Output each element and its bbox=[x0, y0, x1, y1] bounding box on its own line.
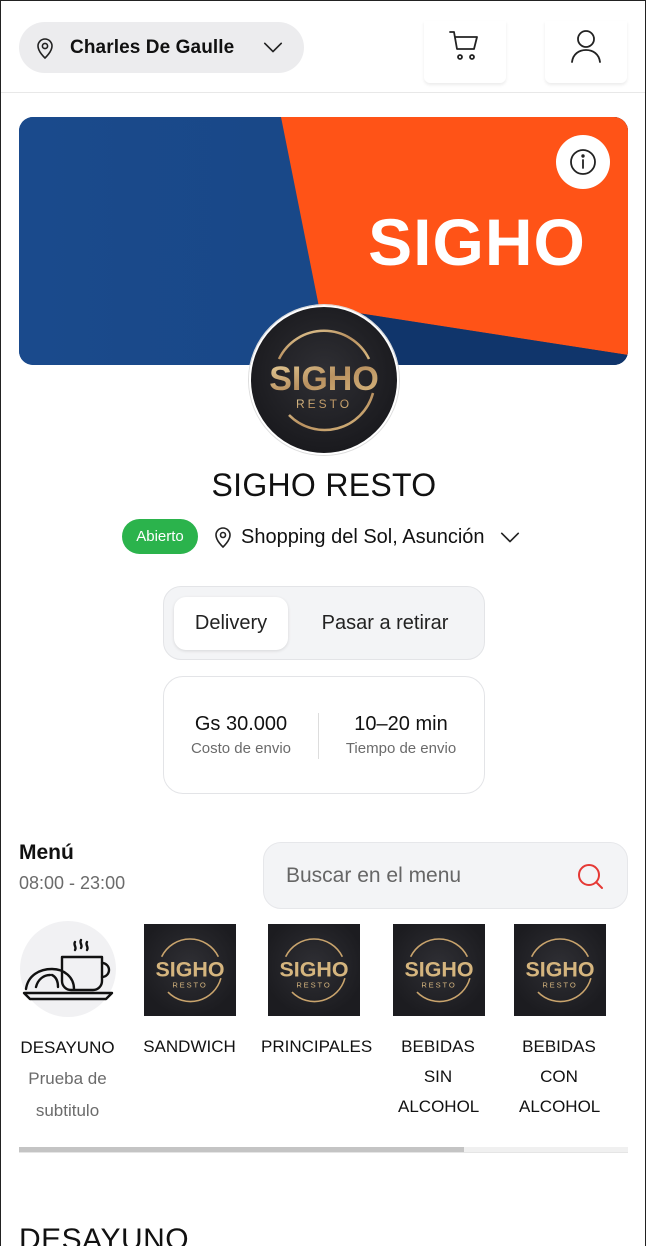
restaurant-logo: SIGHO RESTO bbox=[249, 305, 399, 455]
location-selector[interactable]: Charles De Gaulle bbox=[19, 22, 304, 73]
svg-text:RESTO: RESTO bbox=[542, 981, 577, 990]
cart-button[interactable] bbox=[424, 21, 506, 83]
category-name: SANDWICH bbox=[143, 1037, 236, 1056]
category-image: SIGHO RESTO bbox=[513, 924, 606, 1016]
svg-text:SIGHO: SIGHO bbox=[155, 957, 224, 981]
category-name: DESAYUNO bbox=[20, 1038, 115, 1057]
menu-search bbox=[263, 842, 628, 909]
delivery-mode-toggle: Delivery Pasar a retirar bbox=[163, 586, 485, 660]
chevron-down-icon bbox=[263, 42, 283, 53]
search-icon[interactable] bbox=[577, 863, 605, 891]
pickup-option[interactable]: Pasar a retirar bbox=[294, 597, 476, 650]
category-subtitle: Prueba de subtitulo bbox=[28, 1069, 107, 1120]
logo-text-bottom: RESTO bbox=[296, 397, 352, 411]
app-frame: Charles De Gaulle SIGHO SIGHO RESTO SIGH… bbox=[0, 0, 646, 1246]
profile-button[interactable] bbox=[545, 21, 627, 83]
svg-text:SIGHO: SIGHO bbox=[404, 957, 473, 981]
delivery-time-value: 10–20 min bbox=[354, 713, 448, 735]
top-header: Charles De Gaulle bbox=[1, 1, 645, 93]
category-name: PRINCIPALES bbox=[261, 1037, 373, 1056]
restaurant-info-button[interactable] bbox=[556, 135, 610, 189]
delivery-cost-value: Gs 30.000 bbox=[194, 713, 288, 735]
category-image: SIGHO RESTO bbox=[267, 924, 360, 1016]
info-icon bbox=[570, 149, 596, 175]
svg-text:SIGHO: SIGHO bbox=[279, 957, 348, 981]
logo-graphic: SIGHO RESTO bbox=[155, 938, 224, 1003]
category-principales[interactable]: SIGHO RESTO PRINCIPALES bbox=[261, 921, 373, 1062]
category-name: BEBIDAS CON ALCOHOL bbox=[519, 1037, 601, 1116]
breakfast-icon bbox=[19, 921, 116, 1017]
category-sandwich[interactable]: SIGHO RESTO SANDWICH bbox=[137, 921, 242, 1062]
open-status-badge: Abierto bbox=[122, 519, 198, 554]
delivery-time-label: Tiempo de envio bbox=[345, 740, 457, 757]
logo-graphic: SIGHO RESTO bbox=[525, 938, 594, 1003]
delivery-cost: Gs 30.000 Costo de envio bbox=[164, 713, 318, 757]
menu-search-input[interactable] bbox=[286, 843, 576, 908]
location-pin-icon bbox=[37, 37, 53, 59]
branch-label: Shopping del Sol, Asunción bbox=[241, 525, 485, 548]
banner-brand-text: SIGHO bbox=[368, 205, 586, 279]
logo-graphic: SIGHO RESTO bbox=[269, 329, 379, 432]
svg-text:RESTO: RESTO bbox=[421, 981, 456, 990]
divider bbox=[318, 713, 319, 759]
category-bebidas-sin-alcohol[interactable]: SIGHO RESTO BEBIDAS SIN ALCOHOL bbox=[386, 921, 491, 1122]
logo-text-top: SIGHO bbox=[269, 360, 379, 398]
category-bebidas-con-alcohol[interactable]: SIGHO RESTO BEBIDAS CON ALCOHOL bbox=[507, 921, 612, 1122]
user-icon bbox=[571, 30, 601, 63]
cart-icon bbox=[449, 31, 478, 60]
svg-text:RESTO: RESTO bbox=[172, 981, 207, 990]
category-image: SIGHO RESTO bbox=[143, 924, 236, 1016]
category-carousel: DESAYUNO Prueba de subtitulo SIGHO RESTO… bbox=[19, 921, 628, 1131]
logo-graphic: SIGHO RESTO bbox=[279, 938, 348, 1003]
delivery-option[interactable]: Delivery bbox=[174, 597, 288, 650]
divider bbox=[19, 1152, 628, 1153]
branch-selector[interactable]: Shopping del Sol, Asunción bbox=[213, 525, 521, 549]
section-title: DESAYUNO bbox=[19, 1223, 190, 1246]
category-name: BEBIDAS SIN ALCOHOL bbox=[398, 1037, 480, 1116]
chevron-down-icon bbox=[500, 532, 519, 543]
svg-text:SIGHO: SIGHO bbox=[525, 957, 594, 981]
delivery-info-card: Gs 30.000 Costo de envio 10–20 min Tiemp… bbox=[163, 676, 485, 794]
menu-hours: 08:00 - 23:00 bbox=[19, 873, 126, 893]
category-desayuno[interactable]: DESAYUNO Prueba de subtitulo bbox=[15, 921, 120, 1127]
menu-title: Menú bbox=[19, 841, 74, 864]
category-image: SIGHO RESTO bbox=[392, 924, 485, 1016]
delivery-cost-label: Costo de envio bbox=[190, 740, 292, 757]
location-label: Charles De Gaulle bbox=[70, 36, 235, 58]
logo-graphic: SIGHO RESTO bbox=[404, 938, 473, 1003]
restaurant-name: SIGHO RESTO bbox=[211, 467, 437, 503]
svg-text:RESTO: RESTO bbox=[296, 981, 331, 990]
location-pin-icon bbox=[215, 527, 231, 549]
delivery-time: 10–20 min Tiempo de envio bbox=[324, 713, 478, 757]
